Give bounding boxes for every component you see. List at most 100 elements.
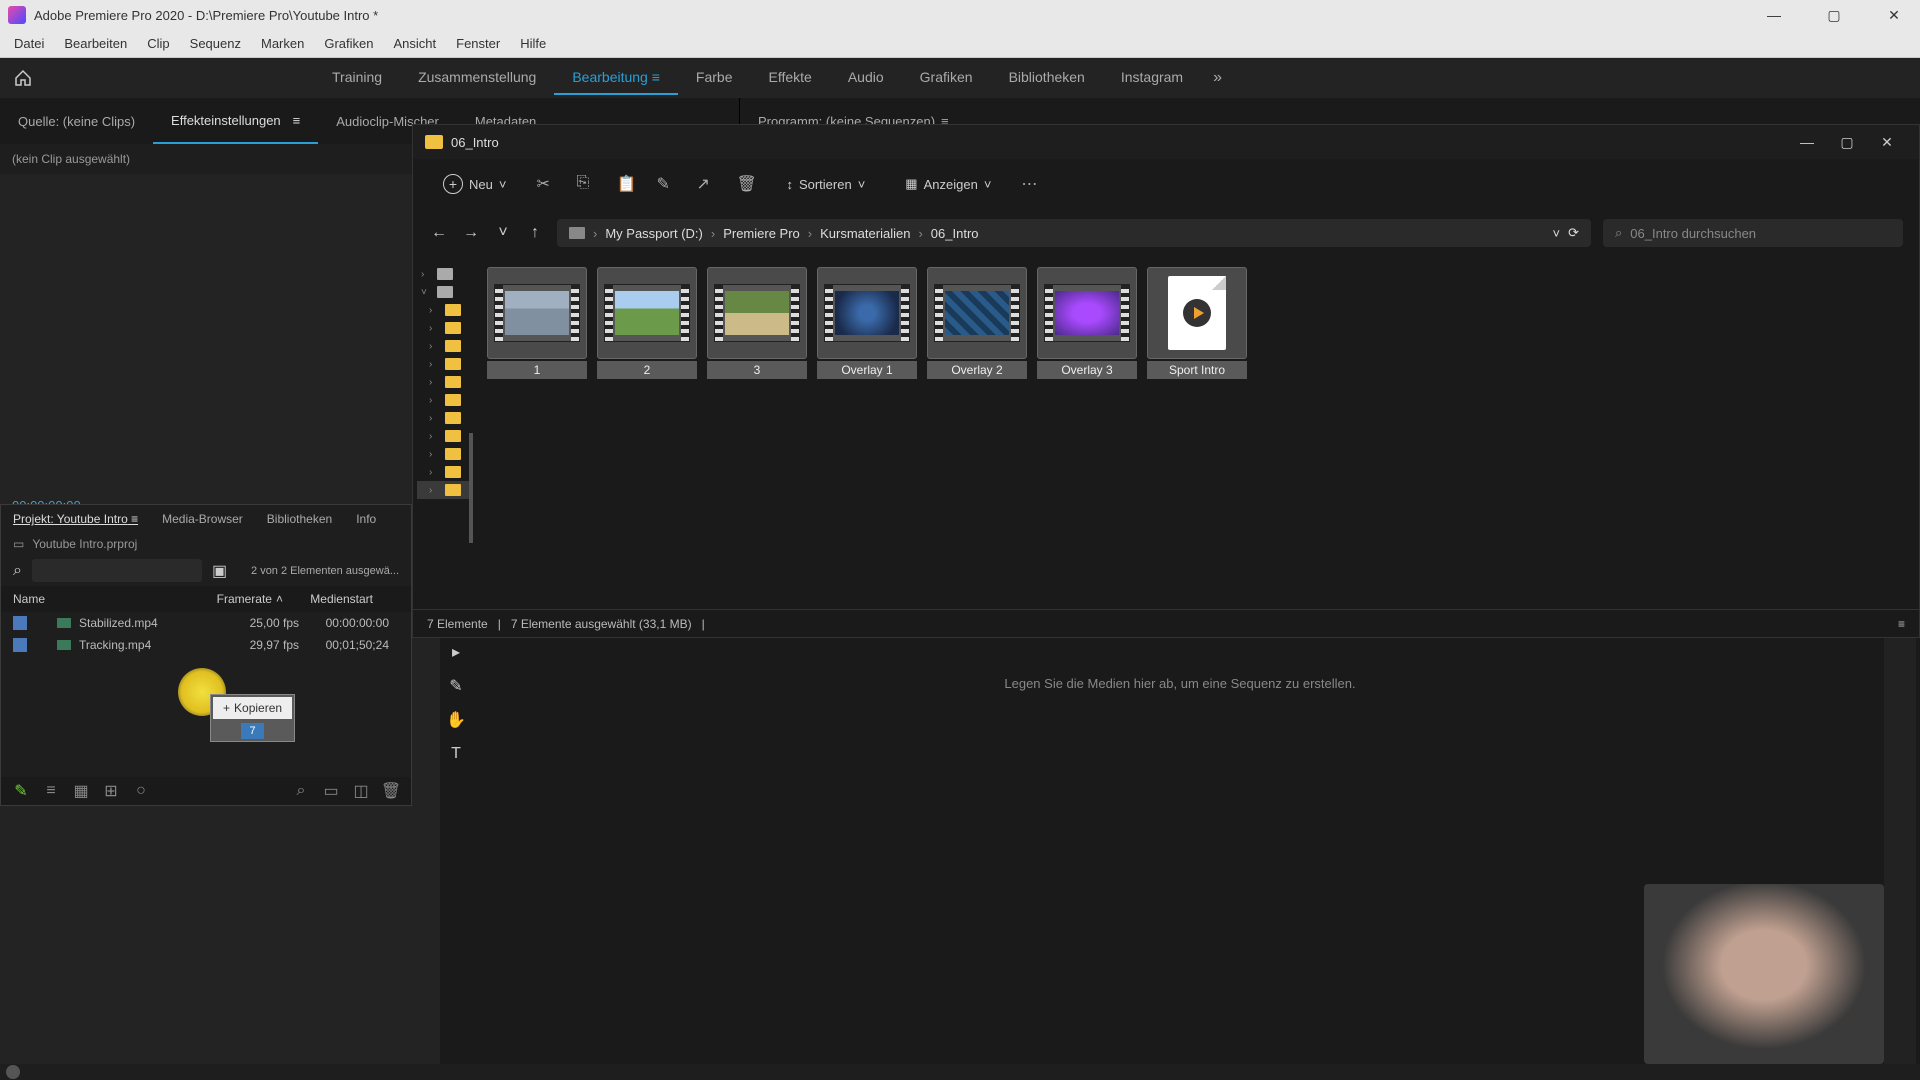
panel-menu-icon[interactable]: ≡ [293, 113, 301, 128]
type-tool-icon[interactable]: T [444, 742, 468, 766]
delete-icon[interactable]: 🗑 [736, 174, 756, 194]
new-bin-icon[interactable]: ▭ [323, 783, 339, 799]
file-item[interactable]: 3 [707, 267, 807, 379]
explorer-tree[interactable]: › ˅ › › › › › › › › › › › [413, 257, 473, 609]
workspace-menu-icon[interactable]: ≡ [648, 69, 660, 85]
workspace-tab-bibliotheken[interactable]: Bibliotheken [991, 61, 1103, 95]
list-view-icon[interactable]: ≡ [43, 783, 59, 799]
hand-tool-icon[interactable]: ✋ [444, 708, 468, 732]
file-item[interactable]: Overlay 2 [927, 267, 1027, 379]
find-icon[interactable]: ⌕ [293, 783, 309, 799]
project-tab[interactable]: Bibliotheken [255, 506, 344, 532]
bin-icon[interactable]: ▣ [212, 561, 227, 581]
file-item[interactable]: Sport Intro [1147, 267, 1247, 379]
icon-view-icon[interactable]: ▦ [73, 783, 89, 799]
home-icon[interactable] [12, 67, 34, 89]
menubar: DateiBearbeitenClipSequenzMarkenGrafiken… [0, 30, 1920, 58]
workspace-tab-effekte[interactable]: Effekte [751, 61, 830, 95]
breadcrumb-drive[interactable]: My Passport (D:) [605, 226, 703, 241]
back-icon[interactable]: ← [429, 224, 449, 242]
file-item[interactable]: Overlay 3 [1037, 267, 1137, 379]
file-item[interactable]: 1 [487, 267, 587, 379]
file-item[interactable]: Overlay 1 [817, 267, 917, 379]
project-tab[interactable]: Projekt: Youtube Intro ≡ [1, 506, 150, 532]
menu-sequenz[interactable]: Sequenz [180, 32, 251, 55]
project-row[interactable]: Tracking.mp4 29,97 fps 00;01;50;24 [1, 634, 411, 656]
menu-bearbeiten[interactable]: Bearbeiten [54, 32, 137, 55]
share-icon[interactable]: ↗ [696, 174, 716, 194]
refresh-icon[interactable]: ⟳ [1568, 225, 1579, 241]
forward-icon[interactable]: → [461, 224, 481, 242]
tree-scrollbar[interactable] [469, 433, 473, 543]
project-tab[interactable]: Info [344, 506, 388, 532]
menu-ansicht[interactable]: Ansicht [383, 32, 446, 55]
pen-tool-icon[interactable]: ✎ [444, 674, 468, 698]
minimize-button[interactable]: — [1756, 1, 1792, 29]
menu-marken[interactable]: Marken [251, 32, 314, 55]
paste-icon[interactable]: 📋 [616, 174, 636, 194]
workspace-tab-audio[interactable]: Audio [830, 61, 902, 95]
freeform-view-icon[interactable]: ⊞ [103, 783, 119, 799]
history-chevron-icon[interactable]: ˅ [493, 224, 513, 242]
col-mediastart[interactable]: Medienstart [283, 592, 373, 606]
project-toolbar: ✎ ≡ ▦ ⊞ ○ ⌕ ▭ ◫ 🗑 [1, 777, 411, 805]
breadcrumb-folder-1[interactable]: Premiere Pro [723, 226, 800, 241]
col-framerate[interactable]: Framerate ˄ [193, 592, 283, 606]
clip-name: Tracking.mp4 [79, 638, 209, 652]
file-item[interactable]: 2 [597, 267, 697, 379]
breadcrumb-folder-3[interactable]: 06_Intro [931, 226, 979, 241]
project-search-input[interactable] [32, 559, 202, 582]
workspace-tab-bearbeitung[interactable]: Bearbeitung ≡ [554, 61, 678, 95]
new-button[interactable]: + Neu ˅ [433, 168, 516, 200]
project-row[interactable]: Stabilized.mp4 25,00 fps 00:00:00:00 [1, 612, 411, 634]
explorer-close-button[interactable]: ✕ [1867, 127, 1907, 157]
workspace-tab-zusammenstellung[interactable]: Zusammenstellung [400, 61, 554, 95]
menu-clip[interactable]: Clip [137, 32, 179, 55]
folder-icon [445, 484, 461, 496]
panel-menu-icon[interactable]: ≡ [128, 512, 138, 526]
workspace-tab-farbe[interactable]: Farbe [678, 61, 751, 95]
sort-icon: ↕ [786, 177, 793, 192]
cut-icon[interactable]: ✂ [536, 174, 556, 194]
workspace-overflow-icon[interactable]: » [1201, 61, 1234, 95]
rename-icon[interactable]: ✎ [656, 174, 676, 194]
row-checkbox[interactable] [13, 616, 27, 630]
copy-icon[interactable]: ⎘ [576, 174, 596, 194]
breadcrumb[interactable]: › My Passport (D:) › Premiere Pro › Kurs… [557, 219, 1591, 247]
menu-grafiken[interactable]: Grafiken [314, 32, 383, 55]
sort-button[interactable]: ↕ Sortieren ˅ [776, 171, 875, 198]
pen-icon[interactable]: ✎ [13, 783, 29, 799]
project-tab[interactable]: Media-Browser [150, 506, 255, 532]
more-icon[interactable]: ⋯ [1021, 174, 1041, 194]
menu-fenster[interactable]: Fenster [446, 32, 510, 55]
up-icon[interactable]: ↑ [525, 224, 545, 242]
search-icon[interactable]: ⌕ [13, 562, 22, 580]
selection-tool-icon[interactable]: ▸ [444, 640, 468, 664]
drive-icon [437, 268, 453, 280]
workspace-tab-grafiken[interactable]: Grafiken [902, 61, 991, 95]
new-item-icon[interactable]: ◫ [353, 783, 369, 799]
details-view-icon[interactable]: ≡ [1898, 617, 1905, 631]
close-button[interactable]: ✕ [1876, 1, 1912, 29]
view-icon: ▦ [905, 176, 917, 192]
workspace-tab-instagram[interactable]: Instagram [1103, 61, 1201, 95]
trash-icon[interactable]: 🗑 [383, 783, 399, 799]
menu-datei[interactable]: Datei [4, 32, 54, 55]
breadcrumb-chevron-icon[interactable]: ˅ [1553, 226, 1561, 241]
workspace-tab-training[interactable]: Training [314, 61, 400, 95]
source-tab[interactable]: Quelle: (keine Clips) [0, 98, 153, 144]
menu-hilfe[interactable]: Hilfe [510, 32, 556, 55]
explorer-minimize-button[interactable]: — [1787, 127, 1827, 157]
zoom-slider-icon[interactable]: ○ [133, 783, 149, 799]
breadcrumb-folder-2[interactable]: Kursmaterialien [820, 226, 910, 241]
row-checkbox[interactable] [13, 638, 27, 652]
col-name[interactable]: Name [13, 592, 193, 606]
explorer-maximize-button[interactable]: ▢ [1827, 127, 1867, 157]
maximize-button[interactable]: ▢ [1816, 1, 1852, 29]
clip-framerate: 29,97 fps [209, 638, 299, 652]
project-column-header[interactable]: Name Framerate ˄ Medienstart [1, 586, 411, 612]
explorer-search-input[interactable]: ⌕ 06_Intro durchsuchen [1603, 219, 1903, 247]
view-button[interactable]: ▦ Anzeigen ˅ [895, 170, 1001, 198]
clip-name: Stabilized.mp4 [79, 616, 209, 630]
source-tab[interactable]: Effekteinstellungen≡ [153, 98, 318, 144]
